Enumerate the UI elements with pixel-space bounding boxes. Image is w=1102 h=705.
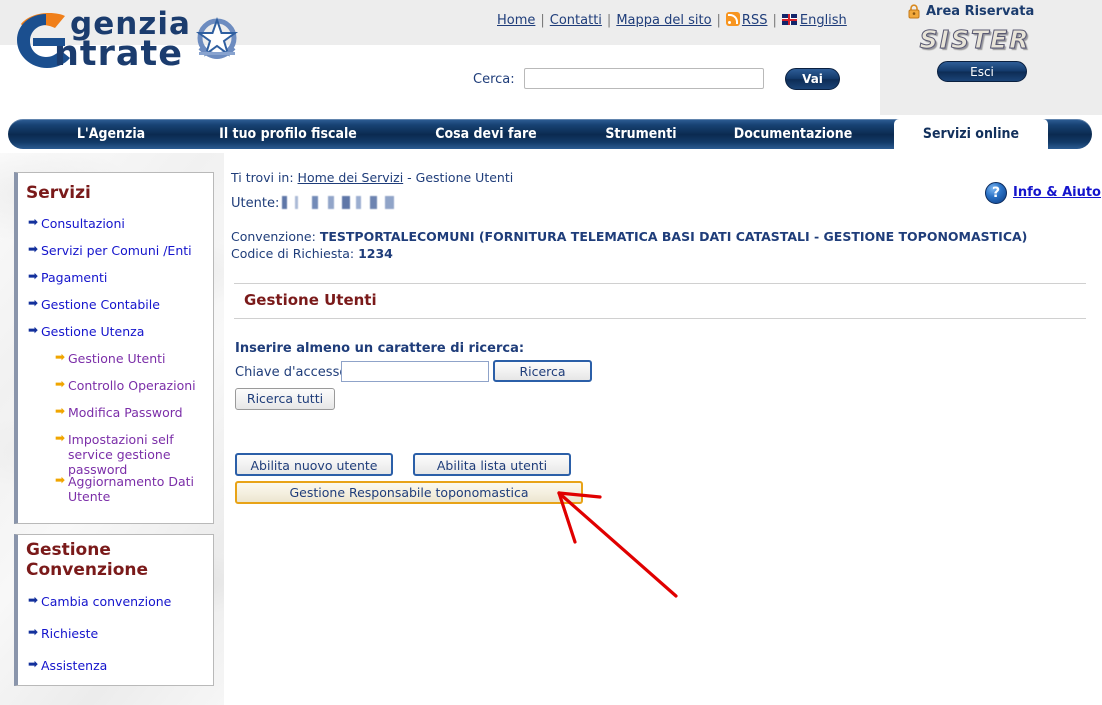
sidebar-link-label[interactable]: Cambia convenzione (41, 594, 171, 609)
sidebar-title-convenzione-line2: Convenzione (26, 560, 149, 580)
arrow-icon: ➡ (55, 473, 66, 487)
breadcrumb-prefix: Ti trovi in: (231, 170, 294, 185)
sidebar-item-impostazioni-self-service[interactable]: ➡ Impostazioni self service gestione pas… (55, 432, 205, 477)
union-jack-flag-icon[interactable] (781, 14, 797, 25)
help-question-mark-icon[interactable]: ? (985, 182, 1007, 204)
sister-logo: SISTER (919, 25, 1031, 54)
sidebar-item-consultazioni[interactable]: ➡ Consultazioni (28, 216, 125, 231)
arrow-icon: ➡ (28, 323, 39, 337)
nav-item-strumenti[interactable]: Strumenti (586, 119, 696, 149)
sidebar-item-controllo-operazioni[interactable]: ➡ Controllo Operazioni (55, 378, 196, 393)
top-links: Home | Contatti | Mappa del sito | RSS | English (497, 12, 847, 28)
mappa-del-sito-link[interactable]: Mappa del sito (616, 13, 711, 28)
link-separator: | (540, 13, 545, 28)
logo-text-entrate: ntrate (54, 34, 183, 74)
sidebar-link-label[interactable]: Controllo Operazioni (68, 378, 196, 393)
info-aiuto-container: Info & Aiuto (1013, 185, 1101, 200)
sidebar-link-label[interactable]: Gestione Contabile (41, 297, 160, 312)
abilita-nuovo-utente-button[interactable]: Abilita nuovo utente (235, 453, 393, 476)
sidebar-link-label[interactable]: Assistenza (41, 658, 107, 673)
home-link[interactable]: Home (497, 13, 535, 28)
arrow-icon: ➡ (28, 242, 39, 256)
breadcrumb-current: Gestione Utenti (415, 170, 514, 185)
search-go-button[interactable]: Vai (785, 68, 840, 90)
rss-link[interactable]: RSS (742, 13, 768, 28)
sidebar-link-label[interactable]: Impostazioni self service gestione passw… (68, 432, 205, 477)
nav-item-servizi-online[interactable]: Servizi online (894, 119, 1048, 149)
contatti-link[interactable]: Contatti (550, 13, 602, 28)
utente-value-redacted (282, 196, 401, 209)
sidebar-link-label[interactable]: Modifica Password (68, 405, 183, 420)
area-riservata-label: Area Riservata (926, 4, 1035, 19)
arrow-icon: ➡ (55, 377, 66, 391)
convenzione-label: Convenzione: (231, 229, 316, 244)
utente-label: Utente: (231, 196, 280, 211)
arrow-icon: ➡ (28, 296, 39, 310)
arrow-icon: ➡ (55, 350, 66, 364)
sidebar-link-label[interactable]: Servizi per Comuni /Enti (41, 243, 192, 258)
sidebar-item-gestione-contabile[interactable]: ➡ Gestione Contabile (28, 297, 160, 312)
gestione-responsabile-toponomastica-button[interactable]: Gestione Responsabile toponomastica (235, 481, 583, 504)
ricerca-button[interactable]: Ricerca (493, 360, 592, 382)
breadcrumb: Ti trovi in: Home dei Servizi - Gestione… (231, 170, 513, 185)
link-separator: | (716, 13, 721, 28)
arrow-icon: ➡ (55, 404, 66, 418)
search-instruction-text: Inserire almeno un carattere di ricerca: (235, 341, 525, 356)
utente-line: Utente: (231, 196, 401, 211)
ricerca-tutti-button[interactable]: Ricerca tutti (235, 388, 335, 410)
convenzione-line: Convenzione: TESTPORTALECOMUNI (FORNITUR… (231, 229, 1027, 244)
arrow-icon: ➡ (28, 657, 39, 671)
sidebar-link-label[interactable]: Consultazioni (41, 216, 125, 231)
sidebar-link-label[interactable]: Richieste (41, 626, 98, 641)
sidebar-item-assistenza[interactable]: ➡ Assistenza (28, 658, 107, 673)
sidebar-title-convenzione-line1: Gestione (26, 540, 111, 560)
breadcrumb-home-link[interactable]: Home dei Servizi (298, 170, 404, 185)
abilita-lista-utenti-button[interactable]: Abilita lista utenti (413, 453, 571, 476)
sidebar-link-label[interactable]: Gestione Utenza (41, 324, 144, 339)
nav-item-cosa-devi-fare[interactable]: Cosa devi fare (416, 119, 556, 149)
nav-item-profilo-fiscale[interactable]: Il tuo profilo fiscale (208, 119, 368, 149)
link-separator: | (606, 13, 612, 28)
codice-label: Codice di Richiesta: (231, 246, 355, 261)
sidebar-link-label[interactable]: Pagamenti (41, 270, 107, 285)
info-aiuto-link[interactable]: Info & Aiuto (1013, 185, 1101, 200)
arrow-icon: ➡ (28, 625, 39, 639)
rss-icon[interactable] (725, 12, 740, 26)
sidebar-title-servizi: Servizi (26, 183, 91, 203)
main-nav-items: L'Agenzia Il tuo profilo fiscale Cosa de… (8, 119, 1092, 149)
divider-bottom (234, 318, 1086, 319)
chiave-accesso-label: Chiave d'accesso: (235, 365, 352, 380)
chiave-accesso-input[interactable] (341, 361, 489, 382)
sidebar-item-cambia-convenzione[interactable]: ➡ Cambia convenzione (28, 594, 171, 609)
nav-item-lagenzia[interactable]: L'Agenzia (56, 119, 166, 149)
sidebar-item-servizi-comuni-enti[interactable]: ➡ Servizi per Comuni /Enti (28, 243, 192, 258)
nav-item-documentazione[interactable]: Documentazione (718, 119, 868, 149)
sidebar-item-pagamenti[interactable]: ➡ Pagamenti (28, 270, 107, 285)
codice-richiesta-line: Codice di Richiesta: 1234 (231, 246, 393, 261)
link-separator: | (772, 13, 777, 28)
sidebar-link-label[interactable]: Aggiornamento Dati Utente (68, 474, 205, 504)
sidebar-item-modifica-password[interactable]: ➡ Modifica Password (55, 405, 183, 420)
sidebar-item-gestione-utenza[interactable]: ➡ Gestione Utenza (28, 324, 144, 339)
lock-icon (908, 4, 920, 19)
codice-value: 1234 (358, 246, 393, 261)
search-label: Cerca: (473, 72, 515, 87)
arrow-icon: ➡ (28, 593, 39, 607)
sidebar-item-richieste[interactable]: ➡ Richieste (28, 626, 98, 641)
arrow-icon: ➡ (28, 269, 39, 283)
search-input[interactable] (524, 68, 764, 89)
arrow-icon: ➡ (55, 431, 66, 445)
english-link[interactable]: English (800, 13, 847, 28)
page-root: genzia ntrate Home | Contatti | Mappa del si… (0, 0, 1102, 705)
repubblica-italiana-emblem-icon (195, 16, 239, 59)
convenzione-value: TESTPORTALECOMUNI (FORNITURA TELEMATICA … (319, 229, 1028, 244)
sidebar-link-label[interactable]: Gestione Utenti (68, 351, 166, 366)
breadcrumb-separator: - (407, 170, 412, 185)
page-title: Gestione Utenti (244, 291, 377, 309)
divider-top (234, 283, 1086, 284)
arrow-icon: ➡ (28, 215, 39, 229)
sidebar-item-gestione-utenti[interactable]: ➡ Gestione Utenti (55, 351, 166, 366)
sidebar-item-aggiornamento-dati-utente[interactable]: ➡ Aggiornamento Dati Utente (55, 474, 205, 504)
logout-button[interactable]: Esci (937, 61, 1027, 82)
